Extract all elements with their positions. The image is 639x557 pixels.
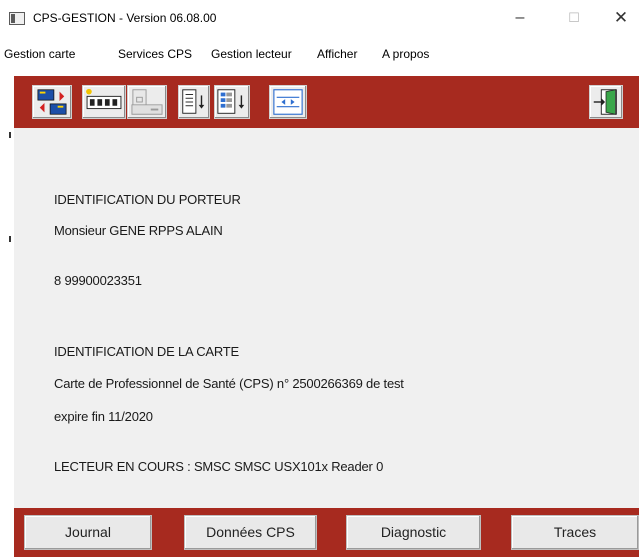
toolbar <box>14 76 639 128</box>
close-icon[interactable]: ✕ <box>606 6 636 30</box>
reader-status: LECTEUR EN COURS : SMSC SMSC USX101x Rea… <box>54 459 384 474</box>
minimize-icon[interactable]: – <box>505 6 535 30</box>
document-download-icon[interactable] <box>178 85 210 119</box>
card-transfer-icon[interactable] <box>32 85 72 119</box>
window-title: CPS-GESTION - Version 06.08.00 <box>33 11 217 25</box>
settings-panel-icon[interactable] <box>269 85 307 119</box>
edge-mark <box>9 236 11 242</box>
menu-a-propos[interactable]: A propos <box>382 47 429 61</box>
pin-code-icon[interactable] <box>82 85 126 119</box>
maximize-icon[interactable]: ☐ <box>559 6 589 30</box>
exit-door-icon[interactable] <box>589 85 623 119</box>
journal-button[interactable]: Journal <box>24 515 152 550</box>
donnees-cps-button[interactable]: Données CPS <box>184 515 317 550</box>
traces-button[interactable]: Traces <box>511 515 639 550</box>
holder-name: Monsieur GENE RPPS ALAIN <box>54 223 223 238</box>
card-heading: IDENTIFICATION DE LA CARTE <box>54 344 240 359</box>
card-description: Carte de Professionnel de Santé (CPS) n°… <box>54 376 404 391</box>
holder-id: 8 99900023351 <box>54 273 142 288</box>
menu-afficher[interactable]: Afficher <box>317 47 357 61</box>
app-icon <box>9 12 25 25</box>
menu-services-cps[interactable]: Services CPS <box>118 47 192 61</box>
window-left-edge <box>0 128 14 508</box>
menu-gestion-lecteur[interactable]: Gestion lecteur <box>211 47 292 61</box>
title-bar: CPS-GESTION - Version 06.08.00 – ☐ ✕ <box>0 0 639 40</box>
bottom-button-bar: Journal Données CPS Diagnostic Traces <box>14 508 639 557</box>
menu-gestion-carte[interactable]: Gestion carte <box>4 47 75 61</box>
list-download-icon[interactable] <box>214 85 250 119</box>
holder-heading: IDENTIFICATION DU PORTEUR <box>54 192 241 207</box>
diagnostic-button[interactable]: Diagnostic <box>346 515 481 550</box>
card-info-panel: IDENTIFICATION DU PORTEUR Monsieur GENE … <box>14 128 639 508</box>
card-expiry: expire fin 11/2020 <box>54 409 153 424</box>
card-reader-icon[interactable] <box>127 85 167 119</box>
menu-bar: Gestion carte Services CPS Gestion lecte… <box>0 44 639 64</box>
edge-mark <box>9 132 11 138</box>
